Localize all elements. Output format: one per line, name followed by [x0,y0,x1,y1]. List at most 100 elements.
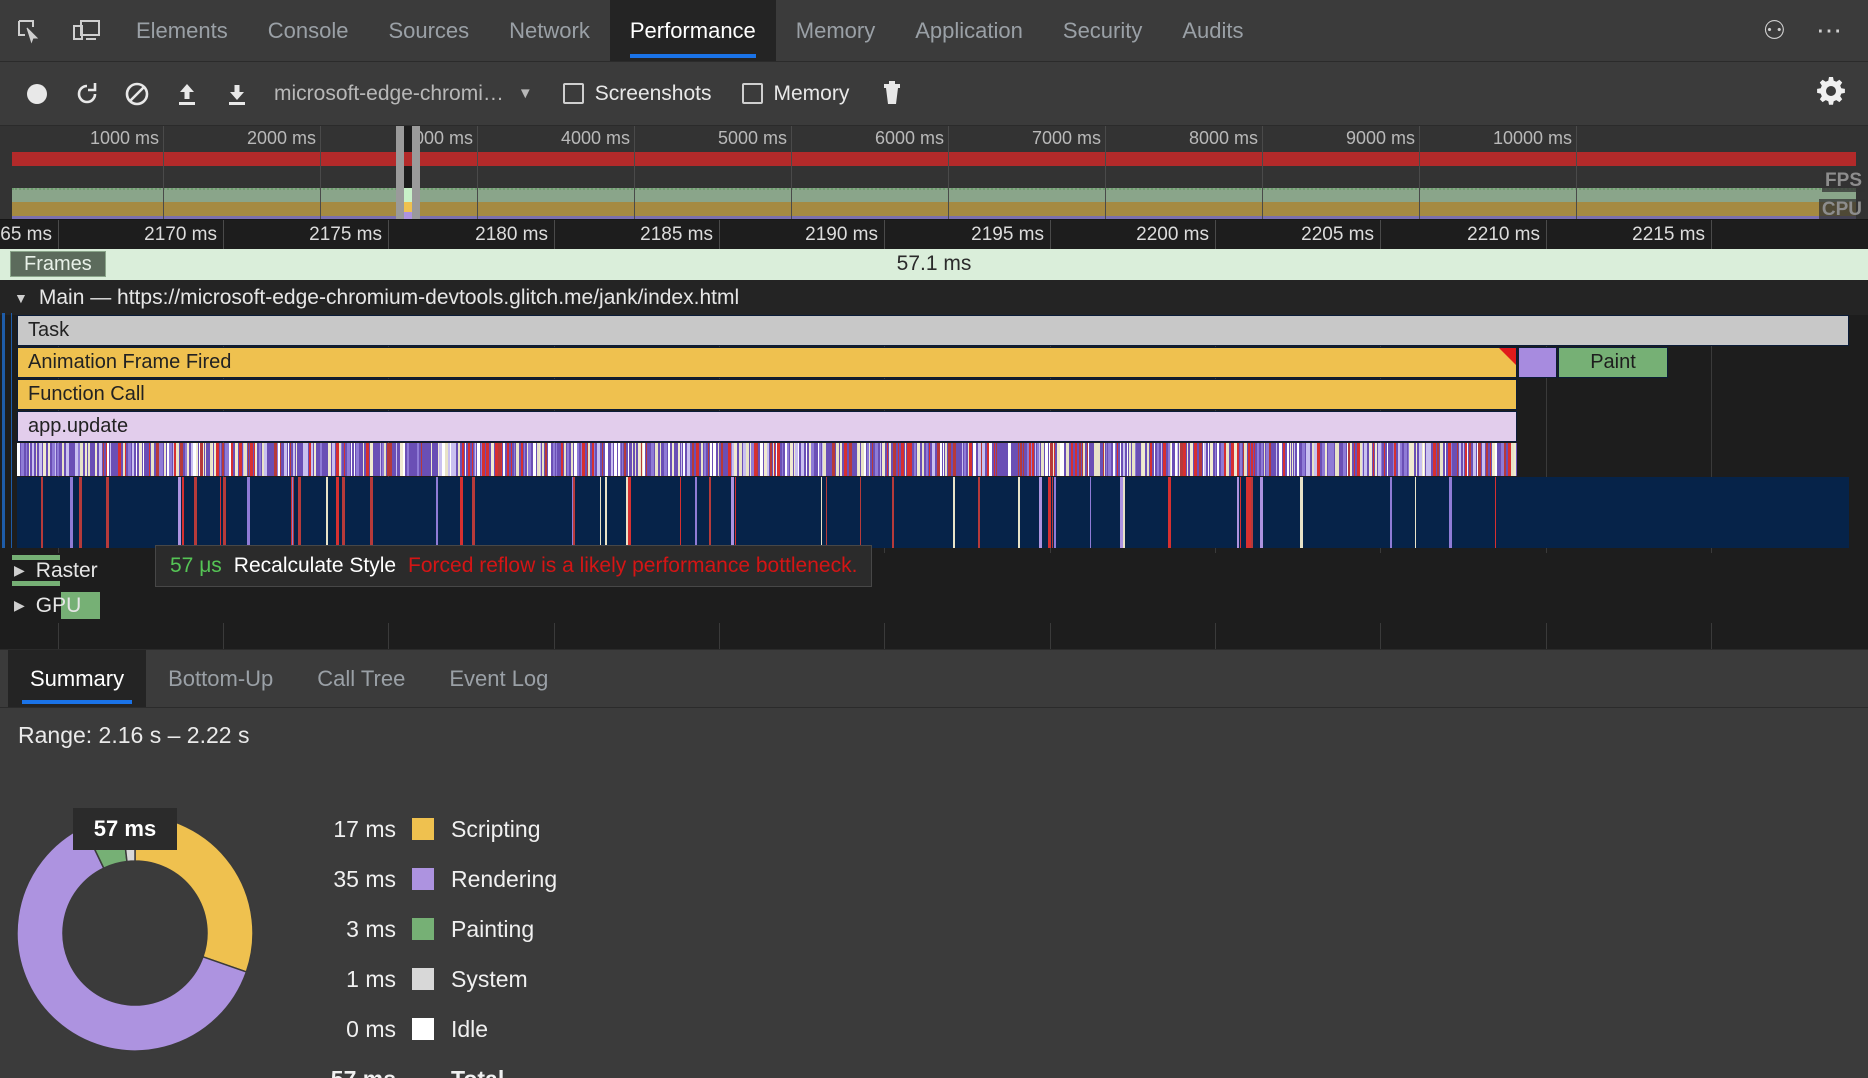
tab-elements[interactable]: Elements [116,0,248,61]
tab-security[interactable]: Security [1043,0,1162,61]
profile-selector[interactable]: microsoft-edge-chromi… ▼ [274,82,533,106]
flame-bar-function-call[interactable]: Function Call [17,379,1517,410]
flame-micro-event [55,443,56,476]
tab-application[interactable]: Application [895,0,1043,61]
flame-micro-event [106,477,109,548]
flame-dense-events-row[interactable] [17,443,1517,476]
raster-track-label: Raster [36,559,98,583]
flame-micro-event [1117,443,1118,476]
flame-micro-event [458,443,460,476]
flame-micro-event [622,443,623,476]
tab-performance[interactable]: Performance [610,0,776,61]
flame-micro-event [1389,443,1392,476]
flame-micro-event [602,443,603,476]
flame-bar-paint[interactable]: Paint [1558,347,1668,378]
flame-micro-event [660,443,661,476]
flame-micro-event [1013,443,1016,476]
flame-micro-event [901,443,904,476]
tab-label: Console [268,18,349,44]
clear-button[interactable] [112,70,162,118]
flame-micro-event [332,443,335,476]
flame-micro-event [1294,443,1295,476]
flame-bar-app-update[interactable]: app.update [17,411,1517,442]
flame-bar-label: app.update [28,415,128,438]
flame-micro-event [651,443,654,476]
flame-micro-event [182,477,184,548]
flame-micro-event [482,443,485,476]
tab-audits[interactable]: Audits [1162,0,1263,61]
legend-row-system[interactable]: 1 msSystem [300,954,557,1004]
flame-micro-event [223,477,226,548]
flame-bar-rendering-block[interactable] [1518,347,1557,378]
donut-center-total: 57 ms [73,808,177,850]
legend-row-scripting[interactable]: 17 msScripting [300,804,557,854]
tab-call-tree[interactable]: Call Tree [295,650,427,707]
flame-micro-event [708,443,709,476]
flame-micro-event [917,443,920,476]
flame-micro-event [462,443,464,476]
main-track-header[interactable]: ▼ Main — https://microsoft-edge-chromium… [0,280,1868,315]
tab-memory[interactable]: Memory [776,0,895,61]
flame-micro-event [898,443,899,476]
tab-network[interactable]: Network [489,0,610,61]
legend-row-idle[interactable]: 0 msIdle [300,1004,557,1054]
more-options-icon[interactable]: ⋯ [1806,15,1852,46]
flame-micro-event [366,443,369,476]
flame-micro-event [1237,443,1239,476]
flame-micro-event [239,443,242,476]
device-toolbar-icon[interactable] [58,0,116,61]
screenshots-checkbox[interactable]: Screenshots [563,82,712,106]
flame-micro-event [1369,443,1372,476]
overview-selection-left-handle[interactable] [396,126,404,219]
account-icon[interactable]: ⚇ [1753,15,1796,46]
ruler-tick-label: 2195 ms [971,224,1044,246]
flame-micro-event [635,443,636,476]
flame-micro-event [1473,443,1476,476]
flame-bar-task[interactable]: Task [17,315,1849,346]
overview-selection-right-handle[interactable] [412,126,420,219]
flame-micro-event [514,443,515,476]
ruler-tick: 2165 ms [58,220,59,250]
record-button[interactable] [12,70,62,118]
flame-micro-event [92,443,94,476]
legend-row-painting[interactable]: 3 msPainting [300,904,557,954]
trash-icon[interactable] [867,70,917,118]
flame-micro-event [872,443,873,476]
flame-micro-event [889,443,891,476]
flame-micro-event [320,443,322,476]
flame-micro-event [293,443,295,476]
checkbox-box [742,83,763,104]
tab-event-log[interactable]: Event Log [427,650,570,707]
legend-row-total: 57 msTotal [300,1054,557,1078]
flame-micro-event [1459,443,1461,476]
save-profile-icon[interactable] [212,70,262,118]
tab-sources[interactable]: Sources [368,0,489,61]
inspect-element-icon[interactable] [0,0,58,61]
memory-checkbox[interactable]: Memory [742,82,850,106]
flame-micro-event [203,443,204,476]
legend-label: Rendering [451,866,557,893]
reload-and-record-button[interactable] [62,70,112,118]
tab-label: Audits [1182,18,1243,44]
flame-micro-event [298,477,301,548]
tab-bottom-up[interactable]: Bottom-Up [146,650,295,707]
flame-micro-event [21,443,24,476]
flame-bar-animation-frame-fired[interactable]: Animation Frame Fired [17,347,1517,378]
load-profile-icon[interactable] [162,70,212,118]
timeline-overview[interactable]: 1000 ms2000 ms3000 ms4000 ms5000 ms6000 … [0,126,1868,219]
gear-icon[interactable] [1816,76,1846,111]
flame-chart[interactable]: Frames 57.1 ms ▼ Main — https://microsof… [0,249,1868,649]
tab-summary[interactable]: Summary [8,650,146,707]
flame-micro-event [893,443,896,476]
flame-sparse-events-row[interactable] [17,477,1849,548]
ruler-tick: 2215 ms [1711,220,1712,250]
tab-console[interactable]: Console [248,0,369,61]
flame-micro-event [582,443,585,476]
flame-micro-event [1451,443,1452,476]
frames-track[interactable]: Frames 57.1 ms [0,249,1868,280]
legend-row-rendering[interactable]: 35 msRendering [300,854,557,904]
flame-micro-event [264,443,267,476]
gpu-track-header[interactable]: ▶ GPU [0,588,1868,623]
flame-micro-event [132,443,134,476]
flame-micro-event [516,443,519,476]
